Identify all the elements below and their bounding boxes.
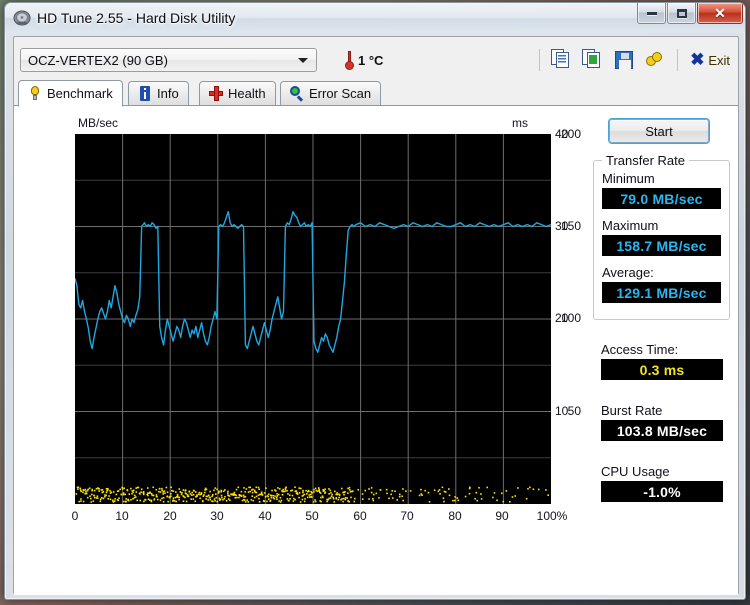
x-tick-20: 20 (163, 509, 177, 523)
results-panel: Start Transfer Rate Minimum 79.0 MB/sec … (589, 112, 734, 582)
exit-button[interactable]: ✖ Exit (689, 50, 730, 69)
window-controls: ✕ (636, 3, 743, 24)
tab-strip: Benchmark Info Health Error Scan (14, 80, 738, 107)
cpu-usage-block: CPU Usage -1.0% (601, 464, 723, 511)
y2-tick-10: 10 (555, 404, 569, 418)
x-tick-30: 30 (210, 509, 224, 523)
save-icon[interactable] (613, 49, 635, 71)
toolbar-icons: ✖ Exit (537, 45, 730, 75)
close-x-icon: ✖ (690, 50, 705, 69)
options-icon[interactable] (644, 49, 666, 71)
client-area: OCZ-VERTEX2 (90 GB) 1 °C ✖ Exit Benchmar… (13, 36, 739, 595)
bulb-icon (28, 86, 42, 101)
minimum-value: 79.0 MB/sec (602, 188, 721, 209)
drive-select[interactable]: OCZ-VERTEX2 (90 GB) (20, 48, 317, 72)
burst-rate-label: Burst Rate (601, 403, 663, 418)
tab-info-label: Info (157, 86, 179, 101)
x-tick-50: 50 (305, 509, 319, 523)
copy-screenshot-icon[interactable] (582, 49, 604, 71)
hard-disk-icon (13, 9, 31, 27)
x-tick-90: 90 (495, 509, 509, 523)
y2-tick-40: 40 (555, 127, 569, 141)
tab-health[interactable]: Health (199, 81, 276, 106)
toolbar: OCZ-VERTEX2 (90 GB) 1 °C ✖ Exit (14, 37, 738, 81)
access-time-value: 0.3 ms (601, 359, 723, 380)
close-button[interactable]: ✕ (697, 3, 743, 24)
x-tick-10: 10 (115, 509, 129, 523)
transfer-rate-plot (75, 134, 551, 504)
minimum-label: Minimum (602, 171, 655, 186)
app-window: HD Tune 2.55 - Hard Disk Utility ✕ OCZ-V… (4, 2, 746, 600)
plot-area (75, 134, 551, 504)
x-tick-100: 100% (536, 509, 568, 523)
average-value: 129.1 MB/sec (602, 282, 721, 303)
access-time-label: Access Time: (601, 342, 679, 357)
access-time-block: Access Time: 0.3 ms (601, 342, 723, 389)
average-label: Average: (602, 265, 654, 280)
transfer-rate-title: Transfer Rate (602, 153, 689, 168)
toolbar-separator (677, 49, 679, 71)
tab-benchmark-label: Benchmark (47, 86, 113, 101)
start-button[interactable]: Start (609, 119, 709, 143)
exit-label: Exit (708, 52, 730, 68)
toolbar-separator (539, 49, 541, 71)
temperature-indicator: 1 °C (345, 51, 383, 70)
chevron-down-icon (298, 58, 308, 63)
tab-error-scan[interactable]: Error Scan (280, 81, 382, 106)
chart-y2-axis-unit: ms (512, 116, 528, 130)
tab-info[interactable]: Info (128, 81, 189, 106)
window-title: HD Tune 2.55 - Hard Disk Utility (37, 10, 236, 26)
x-tick-70: 70 (400, 509, 414, 523)
maximum-label: Maximum (602, 218, 659, 233)
y2-tick-30: 30 (555, 219, 569, 233)
x-tick-0: 0 (71, 509, 79, 523)
cpu-usage-label: CPU Usage (601, 464, 670, 479)
tab-health-label: Health (228, 86, 266, 101)
temperature-value: 1 °C (358, 53, 384, 68)
red-cross-icon (209, 86, 223, 101)
magnifier-icon (290, 86, 304, 102)
minimize-button[interactable] (637, 3, 666, 24)
burst-rate-value: 103.8 MB/sec (601, 420, 723, 441)
thermometer-icon (345, 51, 354, 70)
benchmark-chart: MB/sec ms 200 150 100 50 40 30 20 10 0 1… (36, 113, 581, 523)
y2-tick-20: 20 (555, 311, 569, 325)
tab-error-scan-label: Error Scan (309, 86, 372, 101)
start-button-label: Start (645, 123, 673, 139)
copy-icon[interactable] (551, 49, 573, 71)
transfer-rate-group: Transfer Rate Minimum 79.0 MB/sec Maximu… (593, 153, 730, 320)
title-bar[interactable]: HD Tune 2.55 - Hard Disk Utility ✕ (5, 3, 745, 33)
maximum-value: 158.7 MB/sec (602, 235, 721, 256)
drive-select-value: OCZ-VERTEX2 (90 GB) (28, 52, 168, 68)
burst-rate-block: Burst Rate 103.8 MB/sec (601, 403, 723, 450)
benchmark-panel: MB/sec ms 200 150 100 50 40 30 20 10 0 1… (14, 106, 738, 595)
cpu-usage-value: -1.0% (601, 481, 723, 502)
maximize-button[interactable] (667, 3, 696, 24)
chart-y-axis-unit: MB/sec (78, 116, 119, 130)
info-icon (138, 86, 152, 101)
tab-benchmark[interactable]: Benchmark (18, 80, 123, 107)
x-tick-40: 40 (258, 509, 272, 523)
x-tick-80: 80 (448, 509, 462, 523)
x-tick-60: 60 (353, 509, 367, 523)
